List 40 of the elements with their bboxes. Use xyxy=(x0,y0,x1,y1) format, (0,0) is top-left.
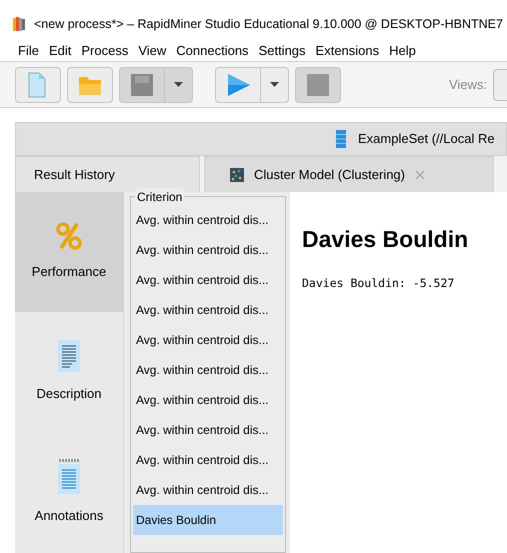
criterion-item[interactable]: Avg. within centroid dis... xyxy=(133,385,283,415)
result-bar[interactable]: ExampleSet (//Local Re xyxy=(15,122,507,156)
criterion-item[interactable]: Avg. within centroid dis... xyxy=(133,355,283,385)
app-logo-icon xyxy=(12,16,26,32)
menu-item[interactable]: Connections xyxy=(176,40,249,60)
document-lines-icon xyxy=(58,340,80,372)
result-title: ExampleSet (//Local Re xyxy=(358,130,495,148)
detail-value: Davies Bouldin: -5.527 xyxy=(302,274,456,292)
menu-item[interactable]: Extensions xyxy=(316,40,380,60)
tab[interactable]: Result History xyxy=(15,156,200,192)
menu-item[interactable]: Settings xyxy=(258,40,306,60)
table-icon xyxy=(336,130,346,148)
criterion-item[interactable]: Avg. within centroid dis... xyxy=(133,205,283,235)
notepad-icon xyxy=(58,458,80,494)
view-button[interactable]: Performance xyxy=(15,192,123,312)
menu-item[interactable]: Edit xyxy=(48,40,72,60)
caret-icon xyxy=(270,82,279,87)
play-icon xyxy=(225,72,251,98)
stop-icon xyxy=(305,72,331,98)
criterion-item[interactable]: Avg. within centroid dis... xyxy=(133,235,283,265)
tab[interactable]: Cluster Model (Clustering) xyxy=(204,156,494,192)
criterion-item[interactable]: Avg. within centroid dis... xyxy=(133,475,283,505)
menu-item[interactable]: Help xyxy=(389,40,416,60)
cluster-model-icon xyxy=(230,168,244,182)
criterion-item[interactable]: Avg. within centroid dis... xyxy=(133,445,283,475)
criterion-item[interactable]: Avg. within centroid dis... xyxy=(133,415,283,445)
criterion-item[interactable]: Davies Bouldin xyxy=(133,505,283,535)
window-title: <new process*> – RapidMiner Studio Educational 9.10.000 @ DESKTOP-HBNTNE7 xyxy=(34,16,503,33)
menu-item[interactable]: View xyxy=(138,40,166,60)
menu-item[interactable]: Process xyxy=(81,40,128,60)
views-selector[interactable] xyxy=(493,68,507,100)
criterion-item[interactable]: Avg. within centroid dis... xyxy=(133,265,283,295)
criterion-item[interactable]: Avg. within centroid dis... xyxy=(133,325,283,355)
close-icon[interactable] xyxy=(415,170,425,180)
views-label: Views: xyxy=(448,76,487,94)
percent-icon xyxy=(56,222,82,250)
detail-heading: Davies Bouldin xyxy=(302,225,470,254)
criterion-item[interactable]: Avg. within centroid dis... xyxy=(133,295,283,325)
caret-icon xyxy=(174,82,183,87)
menu-item[interactable]: File xyxy=(18,40,39,60)
